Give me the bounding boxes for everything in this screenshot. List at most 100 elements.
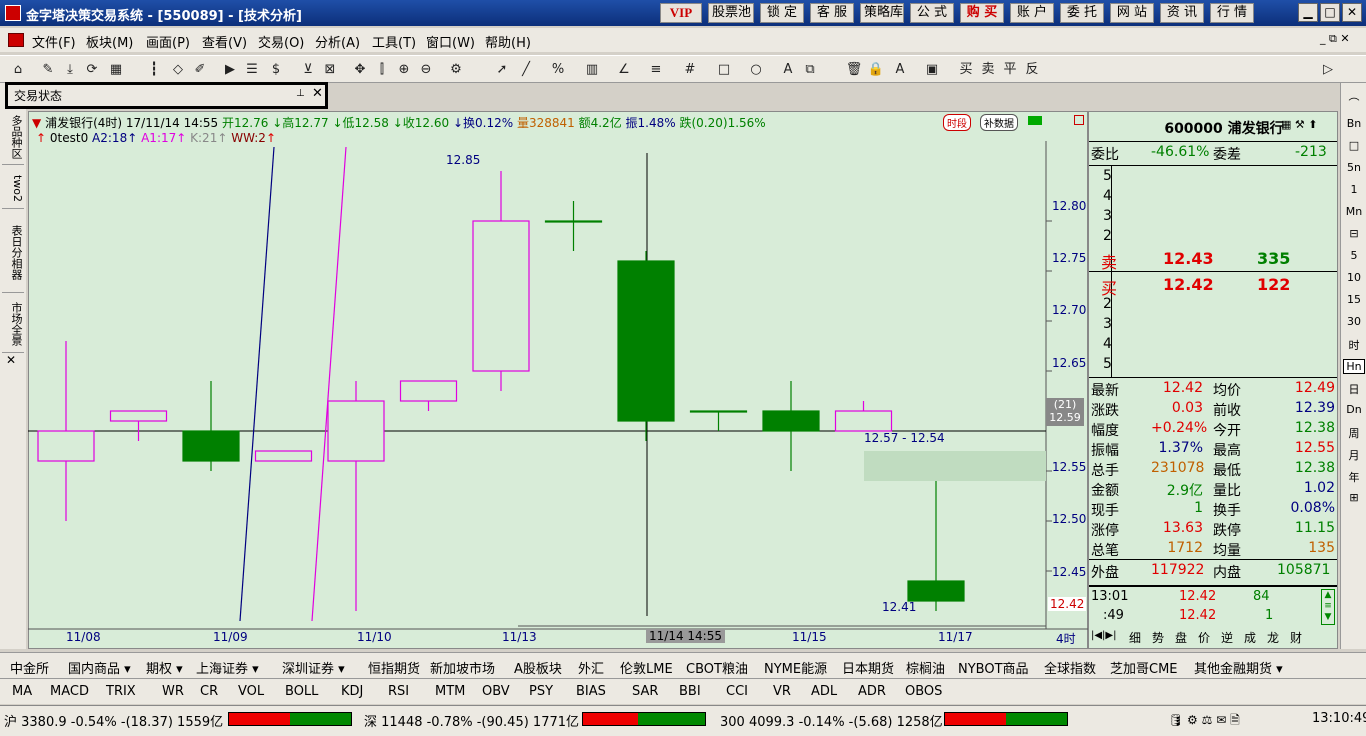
quote-tab[interactable]: 细	[1129, 629, 1141, 646]
tab-market-overview[interactable]: 市场全景	[2, 295, 24, 353]
order-button[interactable]: 委 托	[1060, 3, 1104, 23]
circle-icon[interactable]: ○	[746, 60, 766, 80]
period-button[interactable]: 日	[1343, 381, 1365, 397]
period-button[interactable]: 15	[1343, 293, 1365, 306]
quote-tab[interactable]: 价	[1198, 629, 1210, 646]
period-button[interactable]: ⊟	[1343, 227, 1365, 240]
menu-tools[interactable]: 工具(T)	[372, 32, 416, 51]
quote-tool-icons[interactable]: ▦ ⚒ ⬆	[1281, 118, 1333, 134]
menu-trade[interactable]: 交易(O)	[258, 32, 304, 51]
indicator-tab[interactable]: MACD	[50, 684, 89, 699]
flat-tool-icon[interactable]: 平	[1000, 60, 1020, 80]
trend-line[interactable]	[311, 146, 347, 622]
lines-icon[interactable]: ≡	[646, 60, 666, 80]
lock-button[interactable]: 锁 定	[760, 3, 804, 23]
period-button[interactable]: 周	[1343, 425, 1365, 441]
period-button[interactable]: 5n	[1343, 161, 1365, 174]
text-icon[interactable]: A	[778, 60, 798, 80]
menu-analysis[interactable]: 分析(A)	[315, 32, 360, 51]
ruler-icon[interactable]: ▥	[582, 60, 602, 80]
period-button[interactable]: Hn	[1343, 359, 1365, 374]
line-icon[interactable]: ╱	[516, 60, 536, 80]
panel-arrow-icon[interactable]: ▷	[1318, 60, 1338, 80]
left-close-icon[interactable]: ✕	[6, 353, 16, 367]
market-tab[interactable]: 芝加哥CME	[1110, 658, 1178, 677]
website-button[interactable]: 网 站	[1110, 3, 1154, 23]
indicator-tab[interactable]: ADL	[811, 684, 837, 699]
period-badge[interactable]: 时段	[943, 114, 971, 131]
period-button[interactable]: 1	[1343, 183, 1365, 196]
market-tab[interactable]: 日本期货	[842, 658, 894, 677]
buy-tool-icon[interactable]: 买	[956, 60, 976, 80]
period-button[interactable]: 5	[1343, 249, 1365, 262]
indicator-tab[interactable]: OBOS	[905, 684, 942, 699]
market-tab[interactable]: NYME能源	[764, 658, 827, 677]
indicator-tab[interactable]: WR	[162, 684, 184, 699]
indicator-tab[interactable]: MA	[12, 684, 32, 699]
period-button[interactable]: ⊞	[1343, 491, 1365, 504]
strategy-button[interactable]: 策略库	[860, 3, 904, 23]
pin-icon[interactable]: ⊥	[296, 88, 305, 99]
menu-file[interactable]: 文件(F)	[32, 32, 76, 51]
grid-icon[interactable]: ▦	[106, 60, 126, 80]
tab-two2[interactable]: two2	[2, 169, 24, 209]
indicator-tab[interactable]: PSY	[529, 684, 553, 699]
quote-tab[interactable]: 财	[1290, 629, 1302, 646]
trash-icon[interactable]: 🗑	[844, 60, 864, 80]
period-button[interactable]: Bn	[1343, 117, 1365, 130]
close-icon[interactable]: ✕	[1342, 3, 1362, 22]
buy-button[interactable]: 购 买	[960, 3, 1004, 23]
menu-block[interactable]: 板块(M)	[86, 32, 133, 51]
chart-icon[interactable]: ⊠	[320, 60, 340, 80]
move-icon[interactable]: ✥	[350, 60, 370, 80]
candle-icon[interactable]: ┇	[144, 60, 164, 80]
pen-icon[interactable]: ✎	[38, 60, 58, 80]
edit-icon[interactable]: ✐	[190, 60, 210, 80]
sell-tool-icon[interactable]: 卖	[978, 60, 998, 80]
period-button[interactable]: ⌒	[1343, 95, 1365, 111]
refresh-icon[interactable]: ⟳	[82, 60, 102, 80]
market-tab[interactable]: 新加坡市场	[430, 658, 495, 677]
status-icons[interactable]: 🛢 ⚙ ⚖ ✉ 🗎	[1168, 711, 1240, 732]
market-tab[interactable]: 深圳证券 ▾	[282, 658, 345, 677]
indicator-tab[interactable]: BIAS	[576, 684, 606, 699]
minimize-icon[interactable]: ▁	[1298, 3, 1318, 22]
menu-screen[interactable]: 画面(P)	[146, 32, 190, 51]
tab-daily[interactable]: 表日分相器	[2, 213, 24, 293]
market-tab[interactable]: CBOT粮油	[686, 658, 748, 677]
indicator-tab[interactable]: VOL	[238, 684, 264, 699]
font-color-icon[interactable]: A	[890, 60, 910, 80]
period-button[interactable]: 时	[1343, 337, 1365, 353]
market-tab[interactable]: 国内商品 ▾	[68, 658, 131, 677]
cursor-icon[interactable]: ➚	[492, 60, 512, 80]
period-button[interactable]: □	[1343, 139, 1365, 152]
market-tab[interactable]: 其他金融期货 ▾	[1194, 658, 1283, 677]
period-button[interactable]: Mn	[1343, 205, 1365, 218]
rect-icon[interactable]: □	[714, 60, 734, 80]
copy-icon[interactable]: ⧉	[800, 60, 820, 80]
trend-line[interactable]	[239, 146, 275, 622]
reverse-tool-icon[interactable]: 反	[1022, 60, 1042, 80]
menu-view[interactable]: 查看(V)	[202, 32, 247, 51]
quote-tab[interactable]: 逆	[1221, 629, 1233, 646]
quote-tab[interactable]: 成	[1244, 629, 1256, 646]
maximize-chart-icon[interactable]	[1074, 115, 1084, 125]
maximize-icon[interactable]: □	[1320, 3, 1340, 22]
indicator-tab[interactable]: SAR	[632, 684, 658, 699]
indicator-tab[interactable]: RSI	[388, 684, 409, 699]
indicator-tab[interactable]: BOLL	[285, 684, 318, 699]
formula-button[interactable]: 公 式	[910, 3, 954, 23]
indicator-tab[interactable]: KDJ	[341, 684, 363, 699]
download-icon[interactable]: ⤓	[60, 60, 80, 80]
sheet-icon[interactable]: ☰	[242, 60, 262, 80]
quote-tab[interactable]: 势	[1152, 629, 1164, 646]
period-button[interactable]: 30	[1343, 315, 1365, 328]
buy1-row[interactable]: 买 12.42 122	[1091, 275, 1337, 298]
market-tab[interactable]: 期权 ▾	[146, 658, 183, 677]
market-tab[interactable]: A股板块	[514, 658, 562, 677]
indicator-tab[interactable]: CCI	[726, 684, 748, 699]
market-tab[interactable]: 全球指数	[1044, 658, 1096, 677]
quote-tab[interactable]: 龙	[1267, 629, 1279, 646]
zoom-out-icon[interactable]: ⊖	[416, 60, 436, 80]
tab-multi-variety[interactable]: 多品种区	[2, 109, 24, 165]
